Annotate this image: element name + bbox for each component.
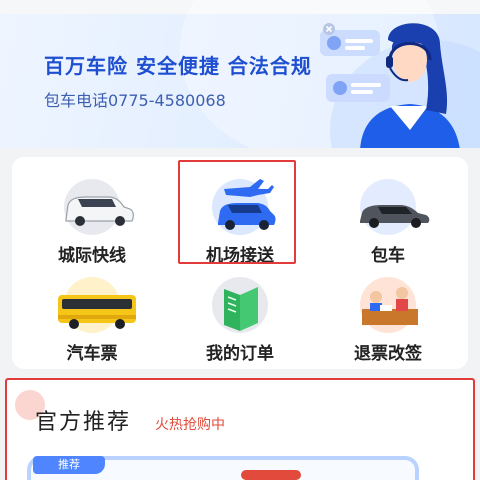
recommended-product-card[interactable]: 推荐 (27, 456, 419, 480)
charter-hotline[interactable]: 包车电话0775-4580068 (44, 87, 226, 111)
intercity-car-icon (65, 196, 134, 226)
recommend-subtitle: 火热抢购中 (155, 417, 225, 433)
service-bus-ticket[interactable]: 汽车票 (22, 265, 162, 365)
my-orders-icon (224, 287, 258, 331)
service-refund-change[interactable]: 退票改签 (318, 265, 458, 365)
promo-banner[interactable]: 百万车险 安全便捷 合法合规 包车电话0775-4580068 (0, 0, 480, 148)
close-icon[interactable] (322, 22, 336, 36)
recommend-title: 官方推荐 (35, 410, 132, 435)
charter-car-icon (360, 205, 430, 228)
service-label: 退票改签 (354, 344, 422, 364)
bus-ticket-icon (58, 295, 136, 329)
recommend-section: 官方推荐 火热抢购中 推荐 (5, 378, 475, 480)
recommend-tag: 推荐 (33, 456, 105, 474)
service-label: 汽车票 (66, 344, 118, 364)
service-label: 城际快线 (58, 246, 126, 266)
banner-headline: 百万车险 安全便捷 合法合规 (44, 54, 312, 78)
service-label: 我的订单 (206, 344, 274, 364)
product-price (241, 470, 301, 480)
annotation-highlight (178, 160, 296, 264)
service-label: 包车 (371, 246, 405, 266)
service-charter[interactable]: 包车 (318, 167, 458, 267)
service-intercity[interactable]: 城际快线 (22, 167, 162, 267)
refund-change-icon (362, 287, 418, 325)
service-my-orders[interactable]: 我的订单 (170, 265, 310, 365)
